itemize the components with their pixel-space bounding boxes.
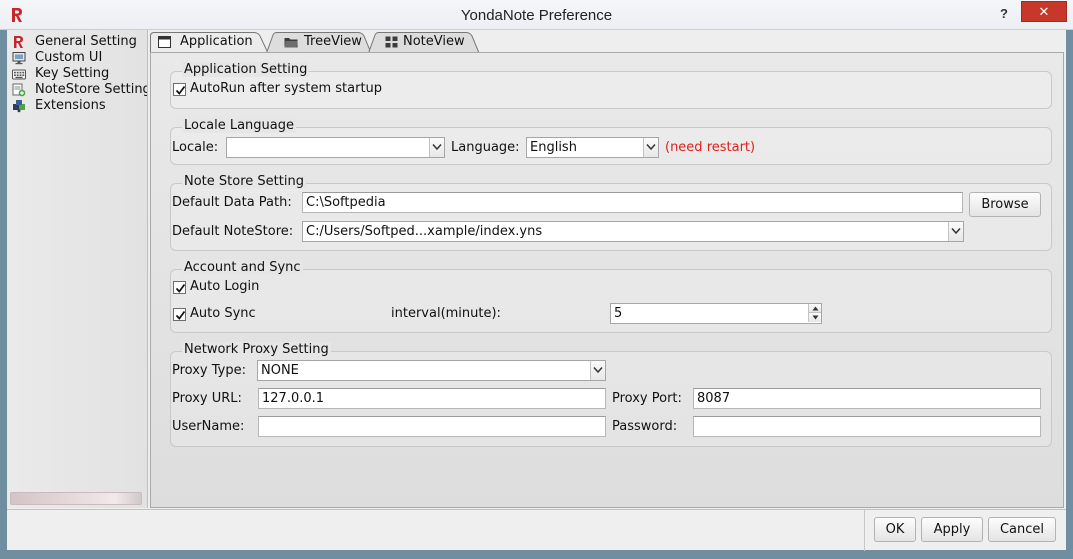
- group-title: Locale Language: [182, 118, 296, 133]
- chevron-down-icon[interactable]: [590, 361, 605, 380]
- tab-strip: Application TreeView NoteView: [150, 32, 650, 53]
- grid-icon: [385, 36, 398, 48]
- account-sync-group: Account and Sync Auto Login Auto Sync in…: [170, 260, 1052, 333]
- proxy-port-field[interactable]: 8087: [693, 388, 1041, 409]
- close-button[interactable]: ✕: [1021, 1, 1067, 22]
- general-setting-icon: [12, 35, 26, 49]
- spin-down-icon[interactable]: [808, 313, 821, 322]
- tab-label: Application: [180, 34, 253, 49]
- username-field[interactable]: [258, 416, 606, 437]
- preference-window-body: General Setting Custom UI Key Setting No…: [7, 30, 1066, 551]
- auto-login-label: Auto Login: [190, 279, 260, 294]
- proxy-port-label: Proxy Port:: [612, 391, 682, 406]
- proxy-type-label: Proxy Type:: [172, 363, 246, 378]
- sidebar-item-label: Key Setting: [35, 66, 110, 81]
- sidebar-item-general-setting[interactable]: General Setting: [12, 34, 147, 50]
- tab-application[interactable]: Application: [150, 32, 270, 53]
- puzzle-icon: [12, 99, 26, 113]
- language-select[interactable]: English: [526, 137, 659, 158]
- dialog-footer: OK Apply Cancel: [7, 509, 1066, 551]
- help-button[interactable]: ?: [994, 4, 1014, 24]
- note-store-group: Note Store Setting Default Data Path: C:…: [170, 174, 1052, 251]
- language-value: English: [530, 140, 577, 155]
- settings-sidebar: General Setting Custom UI Key Setting No…: [7, 30, 148, 508]
- group-title: Application Setting: [182, 62, 310, 77]
- locale-label: Locale:: [172, 140, 219, 155]
- proxy-type-value: NONE: [261, 363, 299, 378]
- window-title: YondaNote Preference: [460, 7, 613, 24]
- network-proxy-group: Network Proxy Setting Proxy Type: NONE P…: [170, 342, 1052, 447]
- window-icon: [158, 36, 171, 48]
- spin-up-icon[interactable]: [808, 304, 821, 313]
- sidebar-item-label: Extensions: [35, 98, 106, 113]
- sidebar-item-extensions[interactable]: Extensions: [12, 98, 147, 114]
- browse-button[interactable]: Browse: [969, 192, 1041, 217]
- auto-login-checkbox[interactable]: [173, 281, 186, 294]
- keyboard-icon: [12, 67, 26, 81]
- sidebar-item-notestore-setting[interactable]: NoteStore Setting: [12, 82, 148, 98]
- restart-note: (need restart): [665, 140, 756, 155]
- close-icon[interactable]: ✕: [1039, 5, 1050, 20]
- proxy-type-select[interactable]: NONE: [257, 360, 606, 381]
- chevron-down-icon[interactable]: [429, 138, 444, 157]
- ok-button[interactable]: OK: [874, 517, 916, 542]
- tab-noteview[interactable]: NoteView: [368, 32, 480, 53]
- apply-button[interactable]: Apply: [921, 517, 983, 542]
- username-label: UserName:: [172, 419, 245, 434]
- default-notestore-label: Default NoteStore:: [172, 224, 294, 239]
- locale-language-group: Locale Language Locale: Language: Englis…: [170, 118, 1052, 165]
- default-data-path-field[interactable]: C:\Softpedia: [302, 192, 963, 213]
- title-bar: YondaNote Preference ? ✕: [0, 0, 1073, 30]
- notestore-icon: [12, 83, 26, 97]
- cancel-button[interactable]: Cancel: [988, 517, 1056, 542]
- application-setting-group: Application Setting AutoRun after system…: [170, 62, 1052, 109]
- sidebar-item-label: Custom UI: [35, 50, 103, 65]
- sidebar-horizontal-scrollbar[interactable]: [10, 492, 142, 505]
- group-title: Network Proxy Setting: [182, 342, 331, 357]
- password-field[interactable]: [693, 416, 1041, 437]
- interval-spinner[interactable]: 5: [610, 303, 822, 324]
- sidebar-item-label: General Setting: [35, 34, 137, 49]
- auto-sync-checkbox[interactable]: [173, 308, 186, 321]
- default-notestore-select[interactable]: C:/Users/Softped...xample/index.yns: [302, 221, 964, 242]
- monitor-icon: [12, 51, 26, 65]
- default-notestore-value: C:/Users/Softped...xample/index.yns: [306, 224, 543, 239]
- application-tab-panel: Application Setting AutoRun after system…: [150, 52, 1064, 508]
- autorun-checkbox[interactable]: [173, 83, 186, 96]
- sidebar-item-custom-ui[interactable]: Custom UI: [12, 50, 147, 66]
- chevron-down-icon[interactable]: [643, 138, 658, 157]
- tab-label: TreeView: [304, 34, 362, 49]
- chevron-down-icon[interactable]: [948, 222, 963, 241]
- proxy-url-label: Proxy URL:: [172, 391, 242, 406]
- tab-label: NoteView: [403, 34, 465, 49]
- default-data-path-label: Default Data Path:: [172, 195, 292, 210]
- interval-label: interval(minute):: [391, 306, 501, 321]
- tab-treeview[interactable]: TreeView: [266, 32, 372, 53]
- proxy-url-field[interactable]: 127.0.0.1: [258, 388, 606, 409]
- group-title: Account and Sync: [182, 260, 303, 275]
- group-title: Note Store Setting: [182, 174, 306, 189]
- sidebar-item-key-setting[interactable]: Key Setting: [12, 66, 147, 82]
- folder-icon: [284, 36, 298, 48]
- locale-select[interactable]: [226, 137, 445, 158]
- sidebar-item-label: NoteStore Setting: [35, 82, 148, 97]
- interval-value: 5: [614, 306, 623, 321]
- password-label: Password:: [612, 419, 678, 434]
- language-label: Language:: [451, 140, 520, 155]
- autorun-label: AutoRun after system startup: [190, 81, 383, 96]
- auto-sync-label: Auto Sync: [190, 306, 256, 321]
- footer-divider: [864, 510, 865, 551]
